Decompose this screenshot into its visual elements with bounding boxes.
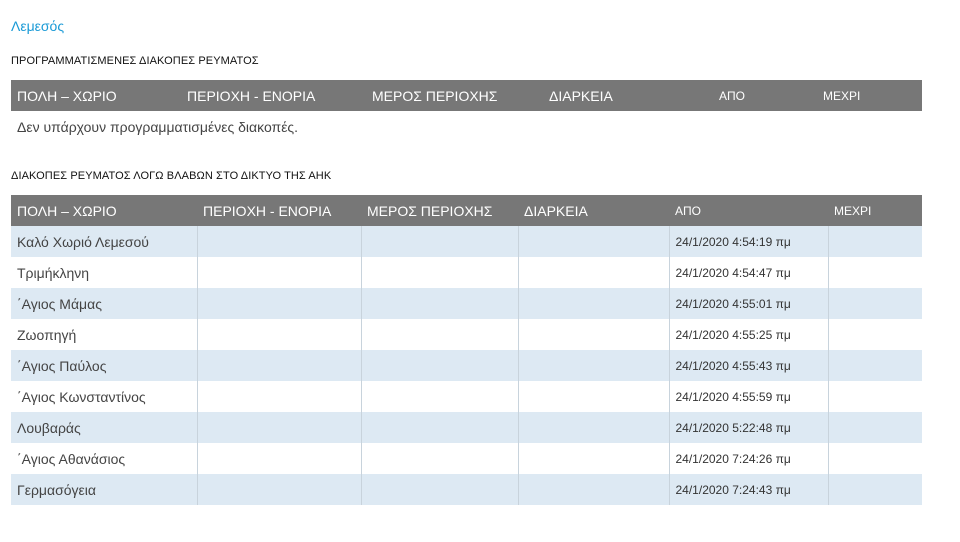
- cell-from: 24/1/2020 4:55:43 πμ: [669, 350, 829, 381]
- cell-part: [361, 443, 519, 474]
- cell-to: [828, 412, 922, 443]
- cell-area: [197, 350, 362, 381]
- cell-part: [361, 381, 519, 412]
- cell-duration: [518, 443, 670, 474]
- cell-town: ΄Αγιος Παύλος: [11, 350, 198, 381]
- cell-from: 24/1/2020 7:24:26 πμ: [669, 443, 829, 474]
- cell-area: [197, 443, 362, 474]
- table-row: ΄Αγιος Μάμας 24/1/2020 4:55:01 πμ: [11, 288, 922, 319]
- no-planned-outages-message: Δεν υπάρχουν προγραμματισμένες διακοπές.: [17, 119, 299, 135]
- cell-town: Λουβαράς: [11, 412, 198, 443]
- planned-outages-title: ΠΡΟΓΡΑΜΜΑΤΙΣΜΕΝΕΣ ΔΙΑΚΟΠΕΣ ΡΕΥΜΑΤΟΣ: [11, 55, 259, 67]
- col-header-to: ΜΕΧΡΙ: [817, 80, 922, 111]
- col-header-town: ΠΟΛΗ – ΧΩΡΙΟ: [11, 195, 197, 226]
- cell-area: [197, 474, 362, 505]
- cell-to: [828, 381, 922, 412]
- cell-to: [828, 350, 922, 381]
- col-header-from: ΑΠΟ: [669, 195, 828, 226]
- col-header-town: ΠΟΛΗ – ΧΩΡΙΟ: [11, 80, 181, 111]
- cell-to: [828, 257, 922, 288]
- cell-area: [197, 381, 362, 412]
- cell-from: 24/1/2020 4:54:47 πμ: [669, 257, 829, 288]
- cell-from: 24/1/2020 4:55:59 πμ: [669, 381, 829, 412]
- cell-duration: [518, 319, 670, 350]
- planned-outages-table: ΠΟΛΗ – ΧΩΡΙΟ ΠΕΡΙΟΧΗ - ΕΝΟΡΙΑ ΜΕΡΟΣ ΠΕΡΙ…: [11, 80, 922, 111]
- cell-town: ΄Αγιος Αθανάσιος: [11, 443, 198, 474]
- table-row: ΄Αγιος Παύλος 24/1/2020 4:55:43 πμ: [11, 350, 922, 381]
- cell-duration: [518, 288, 670, 319]
- cell-duration: [518, 474, 670, 505]
- table-row: Τριμήκληνη 24/1/2020 4:54:47 πμ: [11, 257, 922, 288]
- cell-town: ΄Αγιος Μάμας: [11, 288, 198, 319]
- table-header-row: ΠΟΛΗ – ΧΩΡΙΟ ΠΕΡΙΟΧΗ - ΕΝΟΡΙΑ ΜΕΡΟΣ ΠΕΡΙ…: [11, 80, 922, 111]
- cell-from: 24/1/2020 4:54:19 πμ: [669, 226, 829, 257]
- col-header-area: ΠΕΡΙΟΧΗ - ΕΝΟΡΙΑ: [197, 195, 361, 226]
- fault-outages-title: ΔΙΑΚΟΠΕΣ ΡΕΥΜΑΤΟΣ ΛΟΓΩ ΒΛΑΒΩΝ ΣΤΟ ΔΙΚΤΥΟ…: [11, 170, 332, 182]
- table-row: Λουβαράς 24/1/2020 5:22:48 πμ: [11, 412, 922, 443]
- cell-part: [361, 257, 519, 288]
- col-header-part: ΜΕΡΟΣ ΠΕΡΙΟΧΗΣ: [361, 195, 518, 226]
- region-title: Λεμεσός: [11, 18, 65, 34]
- col-header-from: ΑΠΟ: [713, 80, 817, 111]
- cell-to: [828, 226, 922, 257]
- col-header-part: ΜΕΡΟΣ ΠΕΡΙΟΧΗΣ: [366, 80, 543, 111]
- cell-area: [197, 319, 362, 350]
- cell-duration: [518, 350, 670, 381]
- cell-part: [361, 288, 519, 319]
- cell-part: [361, 319, 519, 350]
- cell-duration: [518, 412, 670, 443]
- cell-duration: [518, 381, 670, 412]
- cell-part: [361, 226, 519, 257]
- table-row: Ζωοπηγή 24/1/2020 4:55:25 πμ: [11, 319, 922, 350]
- cell-duration: [518, 226, 670, 257]
- col-header-duration: ΔΙΑΡΚΕΙΑ: [543, 80, 713, 111]
- cell-area: [197, 257, 362, 288]
- table-row: Γερμασόγεια 24/1/2020 7:24:43 πμ: [11, 474, 922, 505]
- col-header-area: ΠΕΡΙΟΧΗ - ΕΝΟΡΙΑ: [181, 80, 366, 111]
- cell-from: 24/1/2020 7:24:43 πμ: [669, 474, 829, 505]
- cell-to: [828, 319, 922, 350]
- cell-from: 24/1/2020 4:55:25 πμ: [669, 319, 829, 350]
- cell-part: [361, 412, 519, 443]
- fault-outages-table: ΠΟΛΗ – ΧΩΡΙΟ ΠΕΡΙΟΧΗ - ΕΝΟΡΙΑ ΜΕΡΟΣ ΠΕΡΙ…: [11, 195, 922, 505]
- cell-to: [828, 288, 922, 319]
- cell-town: ΄Αγιος Κωνσταντίνος: [11, 381, 198, 412]
- cell-town: Ζωοπηγή: [11, 319, 198, 350]
- table-header-row: ΠΟΛΗ – ΧΩΡΙΟ ΠΕΡΙΟΧΗ - ΕΝΟΡΙΑ ΜΕΡΟΣ ΠΕΡΙ…: [11, 195, 922, 226]
- cell-duration: [518, 257, 670, 288]
- table-row: ΄Αγιος Κωνσταντίνος 24/1/2020 4:55:59 πμ: [11, 381, 922, 412]
- cell-area: [197, 412, 362, 443]
- cell-town: Γερμασόγεια: [11, 474, 198, 505]
- cell-town: Καλό Χωριό Λεμεσού: [11, 226, 198, 257]
- cell-from: 24/1/2020 5:22:48 πμ: [669, 412, 829, 443]
- table-row: Καλό Χωριό Λεμεσού 24/1/2020 4:54:19 πμ: [11, 226, 922, 257]
- cell-area: [197, 226, 362, 257]
- cell-part: [361, 350, 519, 381]
- col-header-to: ΜΕΧΡΙ: [828, 195, 922, 226]
- cell-part: [361, 474, 519, 505]
- table-row: ΄Αγιος Αθανάσιος 24/1/2020 7:24:26 πμ: [11, 443, 922, 474]
- cell-area: [197, 288, 362, 319]
- cell-town: Τριμήκληνη: [11, 257, 198, 288]
- cell-to: [828, 443, 922, 474]
- cell-from: 24/1/2020 4:55:01 πμ: [669, 288, 829, 319]
- cell-to: [828, 474, 922, 505]
- col-header-duration: ΔΙΑΡΚΕΙΑ: [518, 195, 669, 226]
